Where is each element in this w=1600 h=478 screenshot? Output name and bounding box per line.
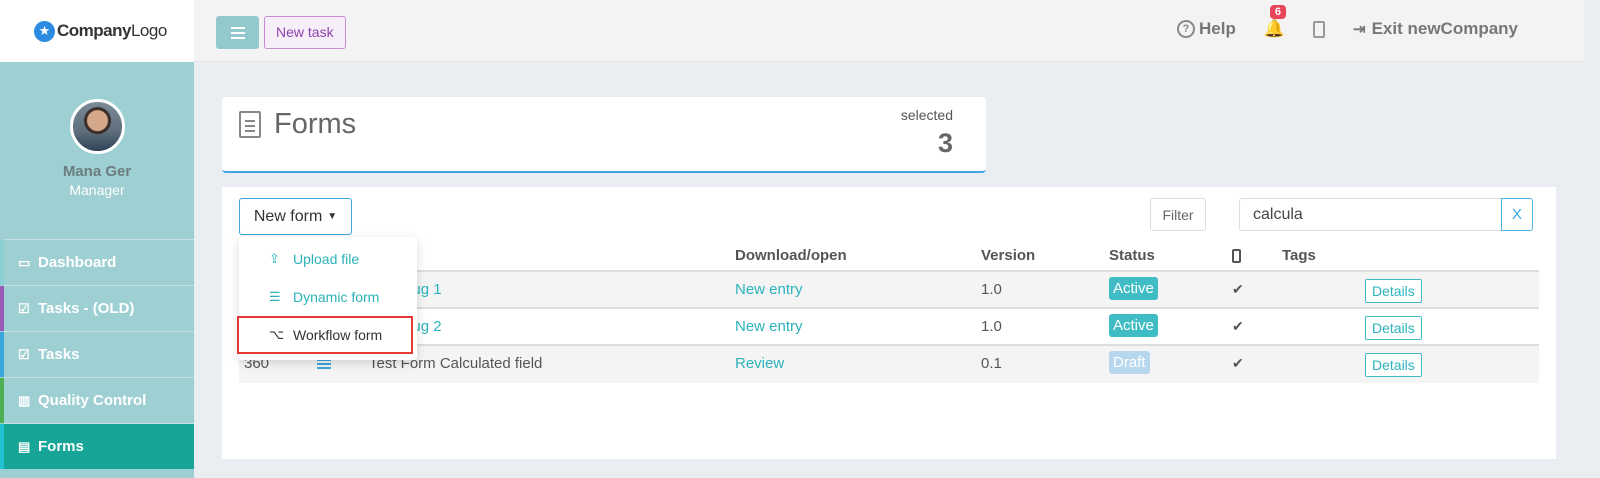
menu-item-upload-file[interactable]: ⇪ Upload file xyxy=(239,240,417,278)
forms-panel: New form ▼ Filter X e Download/open Vers… xyxy=(222,187,1556,459)
monitor-icon: ▭ xyxy=(18,254,31,270)
details-button[interactable]: Details xyxy=(1365,279,1422,303)
sign-out-icon: ⇥ xyxy=(1353,21,1366,38)
menu-item-workflow-form[interactable]: ⌥ Workflow form xyxy=(237,316,413,354)
sidebar-menu: ▭ Dashboard ☑ Tasks - (OLD) ☑ Tasks ▥ Qu… xyxy=(0,239,194,469)
sidebar-item-forms[interactable]: ▤ Forms xyxy=(0,423,194,469)
company-logo[interactable]: ★ CompanyLogo xyxy=(0,0,194,62)
help-link[interactable]: ? Help xyxy=(1176,19,1236,39)
star-icon: ★ xyxy=(34,20,55,42)
sidebar-item-label: Dashboard xyxy=(38,254,117,271)
download-link[interactable]: New entry xyxy=(735,281,803,298)
menu-item-label: Workflow form xyxy=(293,327,383,343)
menu-item-label: Dynamic form xyxy=(293,289,380,305)
book-icon: ▥ xyxy=(18,392,31,408)
menu-item-dynamic-form[interactable]: ☰ Dynamic form xyxy=(239,278,417,316)
new-form-dropdown: ⇪ Upload file ☰ Dynamic form ⌥ Workflow … xyxy=(237,237,417,360)
sidebar-item-label: Forms xyxy=(38,438,84,455)
caret-down-icon: ▼ xyxy=(327,211,338,222)
selected-label: selected xyxy=(900,107,953,123)
sidebar-item-dashboard[interactable]: ▭ Dashboard xyxy=(0,239,194,285)
column-header-download[interactable]: Download/open xyxy=(735,247,847,264)
table-row[interactable]: ated Bug 1 New entry 1.0 Active ✔ Detail… xyxy=(239,272,1539,309)
user-role: Manager xyxy=(69,182,125,198)
logo-text: CompanyLogo xyxy=(57,21,167,40)
help-label: Help xyxy=(1198,19,1236,38)
sidebar-item-tasks-old[interactable]: ☑ Tasks - (OLD) xyxy=(0,285,194,331)
status-badge: Active xyxy=(1109,314,1158,337)
status-badge: Active xyxy=(1109,277,1158,300)
table-row[interactable]: ated Bug 2 New entry 1.0 Active ✔ Detail… xyxy=(239,309,1539,346)
table-header: e Download/open Version Status Tags xyxy=(239,240,1539,272)
column-header-tags[interactable]: Tags xyxy=(1282,247,1316,264)
document-icon: ▤ xyxy=(18,438,31,454)
sidebar-item-label: Tasks xyxy=(38,346,80,363)
version: 0.1 xyxy=(981,355,1002,372)
sidebar-item-label: Quality Control xyxy=(38,392,147,409)
status-badge: Draft xyxy=(1109,351,1150,374)
selected-count: 3 xyxy=(937,128,953,158)
new-task-button[interactable]: New task xyxy=(264,16,346,49)
top-right-actions: ? Help 🔔 6 ⇥ Exit newCompany xyxy=(1176,5,1518,39)
question-circle-icon: ? xyxy=(1176,20,1195,38)
document-icon xyxy=(239,111,261,138)
filter-button[interactable]: Filter xyxy=(1150,198,1206,231)
details-button[interactable]: Details xyxy=(1365,316,1422,340)
check-square-icon: ☑ xyxy=(18,346,30,362)
sidebar-item-label: Tasks - (OLD) xyxy=(38,300,135,317)
check-icon: ✔ xyxy=(1232,355,1244,371)
version: 1.0 xyxy=(981,281,1002,298)
page-title: Forms xyxy=(274,108,357,140)
forms-header-card: Forms selected 3 xyxy=(222,97,986,173)
avatar[interactable] xyxy=(69,99,125,154)
new-form-label: New form xyxy=(253,207,323,225)
menu-item-label: Upload file xyxy=(293,251,360,267)
sidebar-item-tasks[interactable]: ☑ Tasks xyxy=(0,331,194,377)
version: 1.0 xyxy=(981,318,1002,335)
sidebar-item-quality-control[interactable]: ▥ Quality Control xyxy=(0,377,194,423)
dynamic-form-icon xyxy=(317,359,331,369)
download-link[interactable]: New entry xyxy=(735,318,803,335)
column-header-version[interactable]: Version xyxy=(981,247,1035,264)
notifications-button[interactable]: 🔔 6 xyxy=(1263,5,1286,39)
bell-icon: 🔔 xyxy=(1263,19,1285,38)
building-icon[interactable] xyxy=(1313,20,1325,38)
upload-icon: ⇪ xyxy=(269,251,280,266)
hamburger-menu-button[interactable] xyxy=(216,16,259,49)
user-profile: Mana Ger Manager xyxy=(0,62,194,239)
mobile-icon xyxy=(1232,249,1241,263)
clear-search-button[interactable]: X xyxy=(1501,198,1533,231)
search-input[interactable] xyxy=(1239,198,1501,231)
details-button[interactable]: Details xyxy=(1365,353,1422,377)
notification-count-badge: 6 xyxy=(1269,5,1286,19)
check-square-icon: ☑ xyxy=(18,300,30,316)
check-icon: ✔ xyxy=(1232,281,1244,297)
check-icon: ✔ xyxy=(1232,318,1244,334)
exit-company-link[interactable]: ⇥ Exit newCompany xyxy=(1353,19,1518,39)
list-icon: ☰ xyxy=(269,289,281,304)
workflow-icon: ⌥ xyxy=(269,327,284,342)
column-header-status[interactable]: Status xyxy=(1109,247,1155,264)
top-bar: ★ CompanyLogo New task ? Help 🔔 6 ⇥ Exit… xyxy=(0,0,1584,62)
exit-label: Exit newCompany xyxy=(1371,19,1518,38)
sidebar: Mana Ger Manager ▭ Dashboard ☑ Tasks - (… xyxy=(0,62,194,478)
table-row[interactable]: 360 Test Form Calculated field Review 0.… xyxy=(239,346,1539,383)
new-form-button[interactable]: New form ▼ xyxy=(239,198,352,235)
user-name: Mana Ger xyxy=(62,163,132,180)
review-link[interactable]: Review xyxy=(735,355,784,372)
